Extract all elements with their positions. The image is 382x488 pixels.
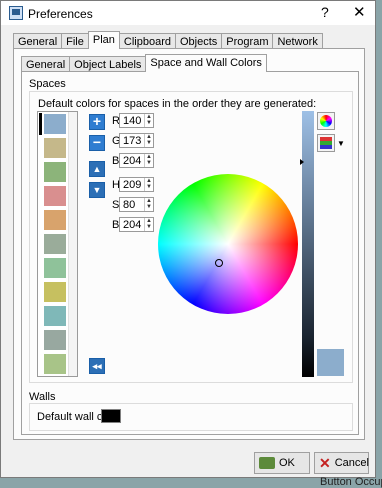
selection-indicator (39, 113, 42, 135)
subtab-general[interactable]: General (21, 56, 71, 72)
sub-tab-bar: General Object Labels Space and Wall Col… (21, 54, 267, 72)
palette-mode-button[interactable] (317, 134, 335, 152)
chevron-down-icon[interactable]: ▼ (337, 139, 345, 148)
tab-general[interactable]: General (13, 33, 63, 49)
title-bar: Preferences ? ✕ (1, 1, 375, 25)
color-swatch[interactable] (44, 258, 66, 278)
palette-icon (320, 137, 332, 149)
ok-button[interactable]: OK (254, 452, 310, 474)
wall-color-button[interactable] (101, 409, 121, 423)
spaces-title: Spaces (29, 78, 66, 90)
close-button[interactable]: ✕ (353, 3, 366, 21)
brightness-spinner[interactable]: ▲ ▼ (144, 218, 153, 231)
color-wheel[interactable] (158, 174, 298, 314)
add-color-button[interactable]: + (89, 114, 105, 130)
tab-plan[interactable]: Plan (87, 31, 120, 49)
tab-clipboard[interactable]: Clipboard (118, 33, 176, 49)
color-swatch[interactable] (44, 162, 66, 182)
r-spinner[interactable]: ▲ ▼ (144, 114, 153, 127)
app-icon (9, 6, 23, 20)
color-preview (317, 349, 344, 376)
reverse-order-button[interactable]: ◂◂ (89, 358, 105, 374)
color-swatch[interactable] (44, 138, 66, 158)
b-field[interactable]: 204 ▲ ▼ (119, 153, 154, 168)
color-swatch[interactable] (44, 306, 66, 326)
subtab-object-labels[interactable]: Object Labels (69, 56, 147, 72)
color-wheel-marker[interactable] (215, 259, 223, 267)
color-swatch[interactable] (44, 234, 66, 254)
move-up-button[interactable]: ▲ (89, 161, 105, 177)
s-field[interactable]: 80 ▲ ▼ (119, 197, 154, 212)
g-spinner[interactable]: ▲ ▼ (144, 134, 153, 147)
help-button[interactable]: ? (321, 4, 329, 20)
b-spinner[interactable]: ▲ ▼ (144, 154, 153, 167)
spaces-subtitle: Default colors for spaces in the order t… (38, 98, 317, 110)
tab-objects[interactable]: Objects (175, 33, 223, 49)
color-swatch[interactable] (44, 282, 66, 302)
color-swatch[interactable] (44, 186, 66, 206)
color-list[interactable] (37, 111, 78, 377)
brightness-field[interactable]: 204 ▲ ▼ (119, 217, 154, 232)
h-spinner[interactable]: ▲ ▼ (144, 178, 153, 191)
cancel-button[interactable]: ✕ Cancel (314, 452, 369, 474)
color-wheel-icon (320, 115, 332, 127)
color-swatch[interactable] (44, 114, 66, 134)
window-title: Preferences (28, 7, 93, 21)
s-spinner[interactable]: ▲ ▼ (144, 198, 153, 211)
background-text: Button Occupan (320, 476, 382, 488)
cancel-icon: ✕ (319, 454, 331, 471)
r-field[interactable]: 140 ▲ ▼ (119, 113, 154, 128)
preferences-dialog: Preferences ? ✕ General File Plan Clipbo… (0, 0, 376, 478)
main-tab-bar: General File Plan Clipboard Objects Prog… (13, 31, 323, 49)
subtab-space-wall-colors[interactable]: Space and Wall Colors (145, 54, 267, 72)
color-list-scrollbar[interactable] (68, 112, 77, 376)
color-swatch[interactable] (44, 354, 66, 374)
h-field[interactable]: 209 ▲ ▼ (119, 177, 154, 192)
walls-title: Walls (29, 391, 56, 403)
g-field[interactable]: 173 ▲ ▼ (119, 133, 154, 148)
remove-color-button[interactable]: − (89, 135, 105, 151)
tab-file[interactable]: File (61, 33, 89, 49)
tab-network[interactable]: Network (272, 33, 323, 49)
color-swatch[interactable] (44, 330, 66, 350)
color-swatch[interactable] (44, 210, 66, 230)
tab-program[interactable]: Program (221, 33, 274, 49)
move-down-button[interactable]: ▼ (89, 182, 105, 198)
brightness-slider[interactable] (302, 111, 314, 377)
brightness-slider-marker[interactable] (300, 159, 304, 165)
ok-icon (259, 457, 275, 469)
color-wheel-mode-button[interactable] (317, 112, 335, 130)
